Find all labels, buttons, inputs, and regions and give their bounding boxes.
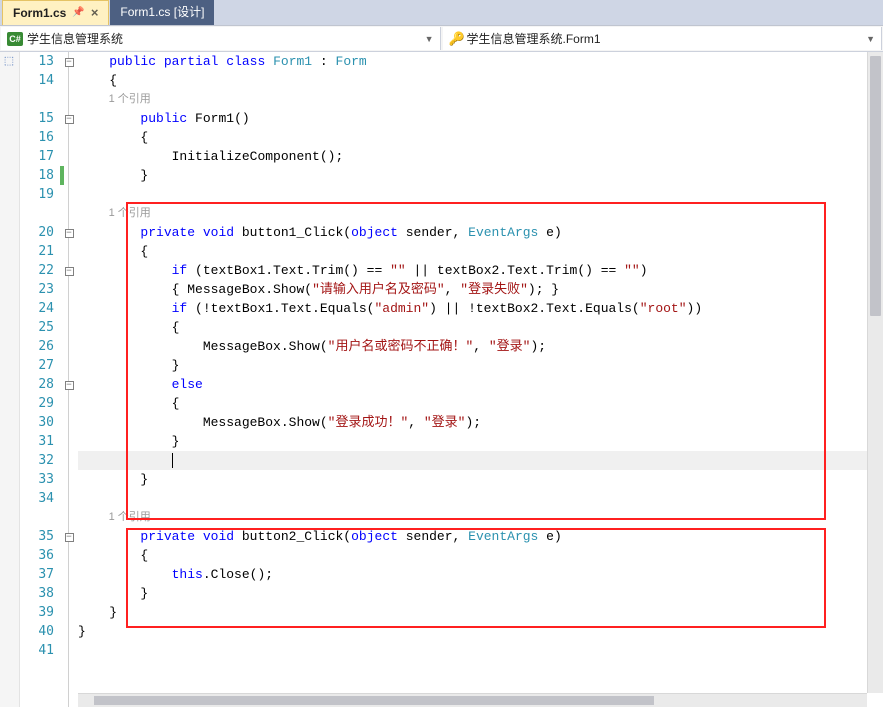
line-number: 20 (20, 223, 54, 242)
chevron-down-icon: ▼ (866, 34, 875, 44)
line-number: 30 (20, 413, 54, 432)
line-number: 24 (20, 299, 54, 318)
scroll-thumb[interactable] (870, 56, 881, 316)
fold-toggle-icon[interactable]: − (65, 229, 74, 238)
fold-toggle-icon[interactable]: − (65, 115, 74, 124)
fold-toggle-icon[interactable]: − (65, 381, 74, 390)
method-glyph-icon: ⬚ (2, 54, 16, 67)
change-marker (60, 166, 64, 185)
line-number: 27 (20, 356, 54, 375)
pin-icon[interactable]: 📌 (72, 7, 84, 18)
fold-toggle-icon[interactable]: − (65, 58, 74, 67)
line-number: 41 (20, 641, 54, 660)
line-number: 23 (20, 280, 54, 299)
codelens-references[interactable]: 1 个引用 (109, 511, 151, 523)
line-number: 37 (20, 565, 54, 584)
codelens-references[interactable]: 1 个引用 (109, 93, 151, 105)
line-number: 31 (20, 432, 54, 451)
chevron-down-icon: ▼ (425, 34, 434, 44)
vertical-scrollbar[interactable] (867, 52, 883, 693)
line-number: 32 (20, 451, 54, 470)
class-icon: 🔑 (449, 32, 463, 46)
line-number (20, 204, 54, 223)
line-number: 18 (20, 166, 54, 185)
line-number: 40 (20, 622, 54, 641)
line-number: 39 (20, 603, 54, 622)
namespace-name: 学生信息管理系统 (27, 30, 123, 47)
tab-label: Form1.cs (13, 6, 66, 20)
line-number: 35 (20, 527, 54, 546)
line-number: 13 (20, 52, 54, 71)
line-number: 17 (20, 147, 54, 166)
outlining-margin[interactable]: − − − − − − (60, 52, 78, 707)
line-number: 33 (20, 470, 54, 489)
code-text-area[interactable]: public partial class Form1 : Form { 1 个引… (78, 52, 883, 707)
namespace-dropdown[interactable]: C# 学生信息管理系统 ▼ (1, 27, 441, 50)
text-cursor (172, 453, 173, 468)
tab-form1-cs[interactable]: Form1.cs 📌 × (2, 0, 109, 25)
line-number: 36 (20, 546, 54, 565)
fold-toggle-icon[interactable]: − (65, 267, 74, 276)
line-number (20, 90, 54, 109)
line-number: 22 (20, 261, 54, 280)
line-number: 29 (20, 394, 54, 413)
class-name: 学生信息管理系统.Form1 (467, 30, 601, 47)
line-number: 25 (20, 318, 54, 337)
tab-form1-design[interactable]: Form1.cs [设计] (110, 0, 214, 25)
codelens-references[interactable]: 1 个引用 (109, 207, 151, 219)
csharp-project-icon: C# (7, 32, 23, 46)
scroll-thumb[interactable] (94, 696, 654, 705)
nav-bar: C# 学生信息管理系统 ▼ 🔑 学生信息管理系统.Form1 ▼ (0, 26, 883, 52)
line-number: 34 (20, 489, 54, 508)
line-number (20, 508, 54, 527)
line-number: 38 (20, 584, 54, 603)
indicator-margin: ⬚ (0, 52, 20, 707)
close-icon[interactable]: × (91, 5, 99, 20)
class-dropdown[interactable]: 🔑 学生信息管理系统.Form1 ▼ (443, 27, 883, 50)
line-number: 21 (20, 242, 54, 261)
line-number: 16 (20, 128, 54, 147)
code-editor[interactable]: ⬚ 13 14 15 16 17 18 19 20 21 22 23 24 25… (0, 52, 883, 707)
fold-toggle-icon[interactable]: − (65, 533, 74, 542)
line-number: 26 (20, 337, 54, 356)
line-number: 19 (20, 185, 54, 204)
document-tabs: Form1.cs 📌 × Form1.cs [设计] (0, 0, 883, 26)
horizontal-scrollbar[interactable] (78, 693, 867, 707)
line-number: 14 (20, 71, 54, 90)
line-number-gutter: 13 14 15 16 17 18 19 20 21 22 23 24 25 2… (20, 52, 60, 707)
line-number: 15 (20, 109, 54, 128)
tab-label: Form1.cs [设计] (120, 3, 204, 20)
line-number: 28 (20, 375, 54, 394)
